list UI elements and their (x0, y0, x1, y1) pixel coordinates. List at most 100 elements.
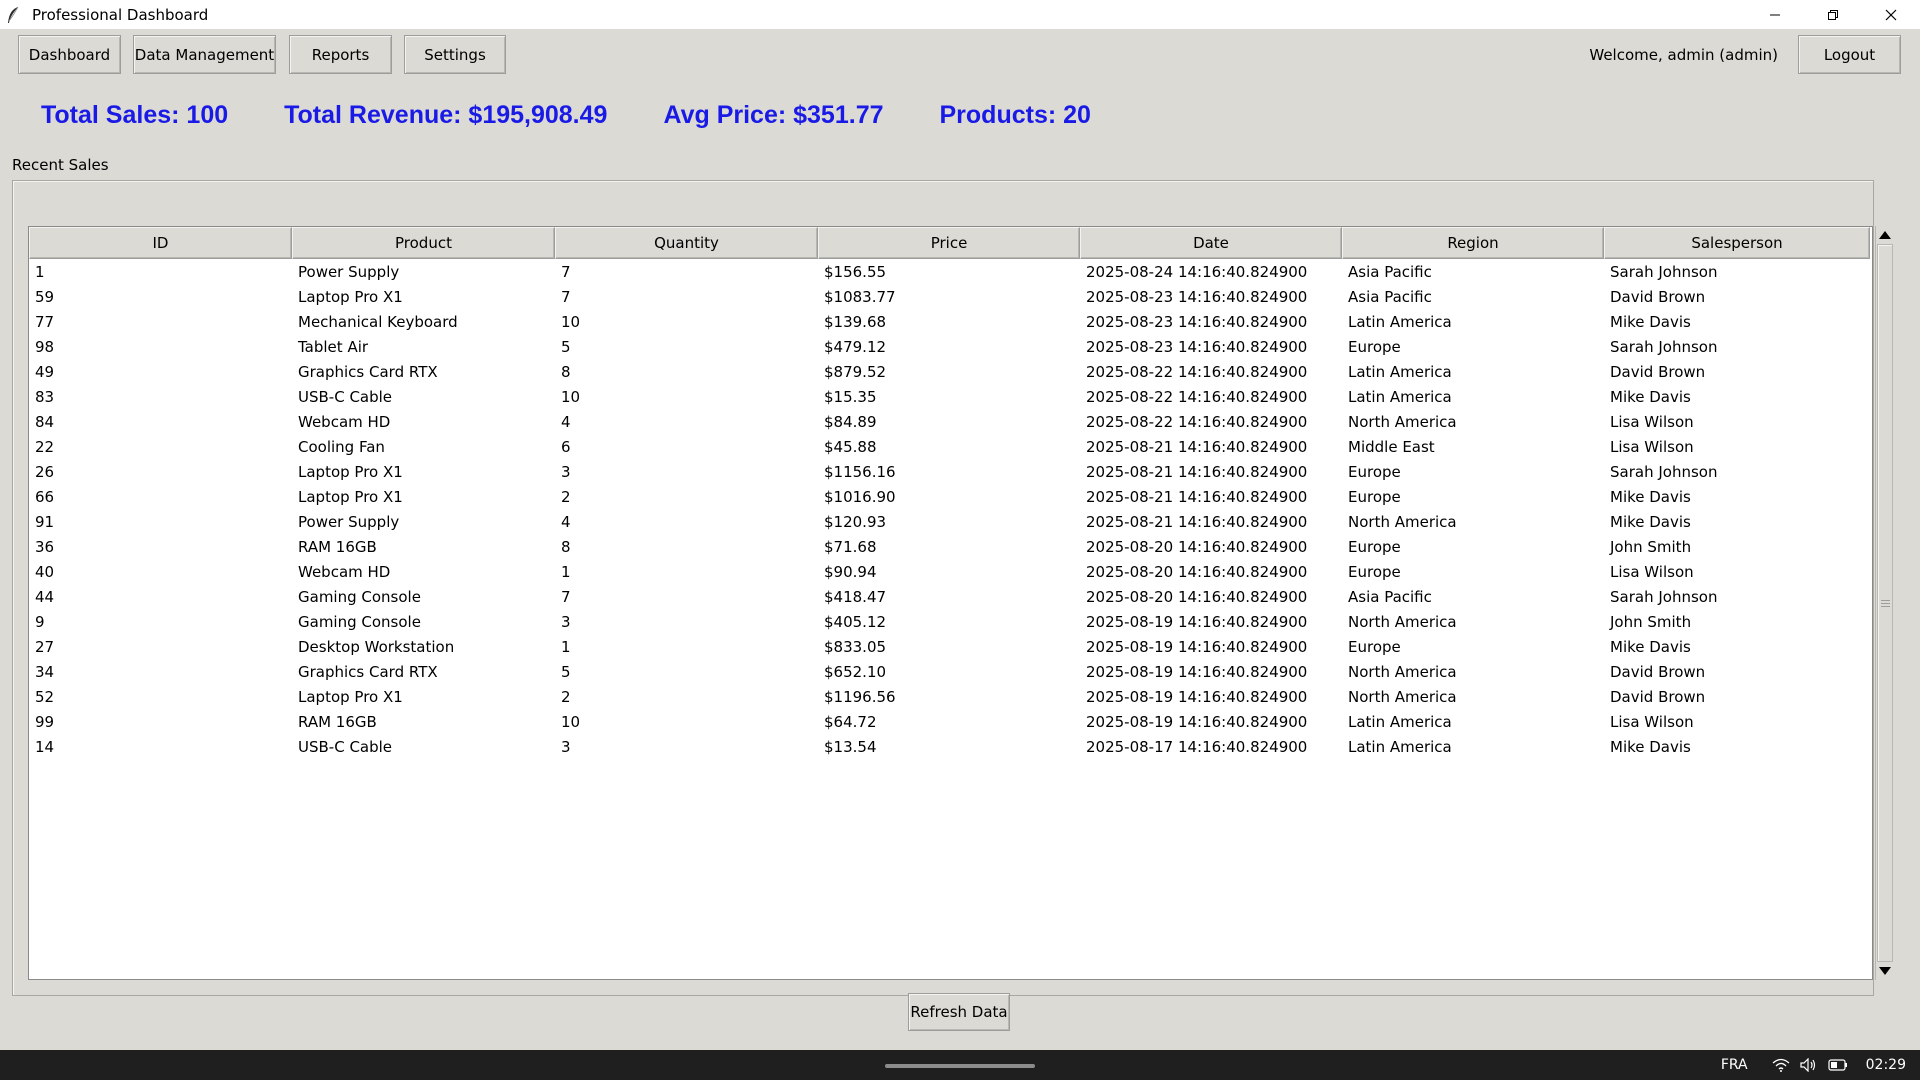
recent-sales-table[interactable]: ID Product Quantity Price Date Region Salesper… (28, 226, 1873, 980)
table-cell-region: North America (1348, 412, 1457, 431)
table-cell-date: 2025-08-21 14:16:40.824900 (1086, 487, 1308, 506)
table-cell-date: 2025-08-21 14:16:40.824900 (1086, 437, 1308, 456)
logout-button[interactable]: Logout (1798, 35, 1901, 74)
table-cell-quantity: 8 (561, 537, 571, 556)
scrollbar-thumb[interactable] (1877, 244, 1893, 962)
table-row[interactable]: 22 Cooling Fan 6 $45.88 2025-08-21 14:16:40.… (29, 434, 1872, 459)
table-cell-price: $156.55 (824, 262, 887, 281)
refresh-data-button[interactable]: Refresh Data (908, 993, 1010, 1031)
column-header-quantity[interactable]: Quantity (555, 227, 818, 259)
table-row[interactable]: 98 Tablet Air 5 $479.12 2025-08-23 14:16:40.… (29, 334, 1872, 359)
table-row[interactable]: 26 Laptop Pro X1 3 $1156.16 2025-08-21 14:16… (29, 459, 1872, 484)
table-cell-quantity: 10 (561, 312, 581, 331)
table-cell-price: $879.52 (824, 362, 887, 381)
table-cell-product: Webcam HD (298, 412, 391, 431)
table-row[interactable]: 9 Gaming Console 3 $405.12 2025-08-19 14:16:… (29, 609, 1872, 634)
language-indicator[interactable]: FRA (1721, 1057, 1748, 1073)
reports-button[interactable]: Reports (289, 35, 392, 74)
column-header-region[interactable]: Region (1342, 227, 1604, 259)
table-cell-date: 2025-08-23 14:16:40.824900 (1086, 337, 1308, 356)
app-window: Dashboard Data Management Reports Settin… (0, 29, 1920, 1050)
table-row[interactable]: 84 Webcam HD 4 $84.89 2025-08-22 14:16:40.82… (29, 409, 1872, 434)
table-cell-date: 2025-08-22 14:16:40.824900 (1086, 412, 1308, 431)
table-cell-region: Europe (1348, 637, 1401, 656)
table-cell-price: $90.94 (824, 562, 877, 581)
table-cell-product: Graphics Card RTX (298, 362, 438, 381)
restore-button[interactable] (1804, 0, 1862, 29)
table-cell-id: 22 (35, 437, 55, 456)
table-cell-region: Latin America (1348, 362, 1452, 381)
table-cell-product: RAM 16GB (298, 712, 377, 731)
total-revenue-stat: Total Revenue: $195,908.49 (284, 101, 608, 129)
column-header-id[interactable]: ID (29, 227, 292, 259)
clock[interactable]: 02:29 (1866, 1057, 1906, 1073)
arrow-down-icon (1879, 967, 1891, 975)
table-row[interactable]: 40 Webcam HD 1 $90.94 2025-08-20 14:16:40.82… (29, 559, 1872, 584)
table-row[interactable]: 34 Graphics Card RTX 5 $652.10 2025-08-19 14… (29, 659, 1872, 684)
table-cell-price: $1156.16 (824, 462, 896, 481)
column-header-product[interactable]: Product (292, 227, 555, 259)
table-row[interactable]: 1 Power Supply 7 $156.55 2025-08-24 14:16:40… (29, 259, 1872, 284)
wifi-icon[interactable] (1772, 1058, 1790, 1072)
table-cell-price: $1083.77 (824, 287, 896, 306)
table-cell-date: 2025-08-19 14:16:40.824900 (1086, 712, 1308, 731)
column-header-date[interactable]: Date (1080, 227, 1342, 259)
battery-icon[interactable] (1828, 1059, 1848, 1071)
volume-icon[interactable] (1800, 1058, 1818, 1072)
table-cell-product: Gaming Console (298, 612, 421, 631)
table-cell-salesperson: David Brown (1610, 662, 1706, 681)
welcome-text: Welcome, admin (admin) (1589, 46, 1778, 64)
table-row[interactable]: 44 Gaming Console 7 $418.47 2025-08-20 14:16… (29, 584, 1872, 609)
settings-button[interactable]: Settings (404, 35, 506, 74)
table-cell-quantity: 4 (561, 512, 571, 531)
table-cell-date: 2025-08-19 14:16:40.824900 (1086, 637, 1308, 656)
table-row[interactable]: 83 USB-C Cable 10 $15.35 2025-08-22 14:16:40… (29, 384, 1872, 409)
table-row[interactable]: 99 RAM 16GB 10 $64.72 2025-08-19 14:16:40.82… (29, 709, 1872, 734)
scroll-down-button[interactable] (1876, 962, 1894, 980)
table-cell-quantity: 3 (561, 462, 571, 481)
table-cell-region: Latin America (1348, 387, 1452, 406)
table-cell-quantity: 5 (561, 337, 571, 356)
close-button[interactable] (1862, 0, 1920, 29)
table-row[interactable]: 36 RAM 16GB 8 $71.68 2025-08-20 14:16:40.824… (29, 534, 1872, 559)
taskbar-handle[interactable] (885, 1064, 1035, 1068)
table-row[interactable]: 59 Laptop Pro X1 7 $1083.77 2025-08-23 14:16… (29, 284, 1872, 309)
table-cell-product: RAM 16GB (298, 537, 377, 556)
table-row[interactable]: 77 Mechanical Keyboard 10 $139.68 2025-08-23… (29, 309, 1872, 334)
table-row[interactable]: 91 Power Supply 4 $120.93 2025-08-21 14:16:4… (29, 509, 1872, 534)
table-cell-product: Laptop Pro X1 (298, 462, 403, 481)
table-cell-date: 2025-08-23 14:16:40.824900 (1086, 312, 1308, 331)
data-management-button[interactable]: Data Management (133, 35, 276, 74)
column-header-price[interactable]: Price (818, 227, 1080, 259)
scroll-up-button[interactable] (1876, 226, 1894, 244)
window-controls (1746, 0, 1920, 29)
table-header: ID Product Quantity Price Date Region Salesper… (29, 227, 1872, 259)
dashboard-button[interactable]: Dashboard (18, 35, 121, 74)
table-cell-salesperson: John Smith (1610, 537, 1692, 556)
table-cell-price: $1016.90 (824, 487, 896, 506)
table-cell-id: 14 (35, 737, 55, 756)
table-cell-id: 77 (35, 312, 55, 331)
table-cell-id: 27 (35, 637, 55, 656)
table-row[interactable]: 14 USB-C Cable 3 $13.54 2025-08-17 14:16:40.… (29, 734, 1872, 759)
table-cell-id: 91 (35, 512, 55, 531)
table-cell-product: Power Supply (298, 262, 400, 281)
table-cell-salesperson: Mike Davis (1610, 387, 1691, 406)
table-cell-product: Cooling Fan (298, 437, 385, 456)
table-cell-quantity: 2 (561, 687, 571, 706)
table-cell-price: $15.35 (824, 387, 877, 406)
table-cell-region: Europe (1348, 337, 1401, 356)
table-cell-id: 52 (35, 687, 55, 706)
title-bar: Professional Dashboard (0, 0, 1920, 29)
table-row[interactable]: 27 Desktop Workstation 1 $833.05 2025-08-19 … (29, 634, 1872, 659)
column-header-salesperson[interactable]: Salesperson (1604, 227, 1870, 259)
restore-icon (1828, 9, 1838, 20)
table-cell-price: $64.72 (824, 712, 877, 731)
table-row[interactable]: 52 Laptop Pro X1 2 $1196.56 2025-08-19 14:16… (29, 684, 1872, 709)
table-row[interactable]: 66 Laptop Pro X1 2 $1016.90 2025-08-21 14:16… (29, 484, 1872, 509)
system-tray: FRA 02:29 (1721, 1050, 1906, 1080)
table-row[interactable]: 49 Graphics Card RTX 8 $879.52 2025-08-22 14… (29, 359, 1872, 384)
vertical-scrollbar[interactable] (1875, 226, 1893, 980)
table-cell-region: Asia Pacific (1348, 262, 1432, 281)
minimize-button[interactable] (1746, 0, 1804, 29)
